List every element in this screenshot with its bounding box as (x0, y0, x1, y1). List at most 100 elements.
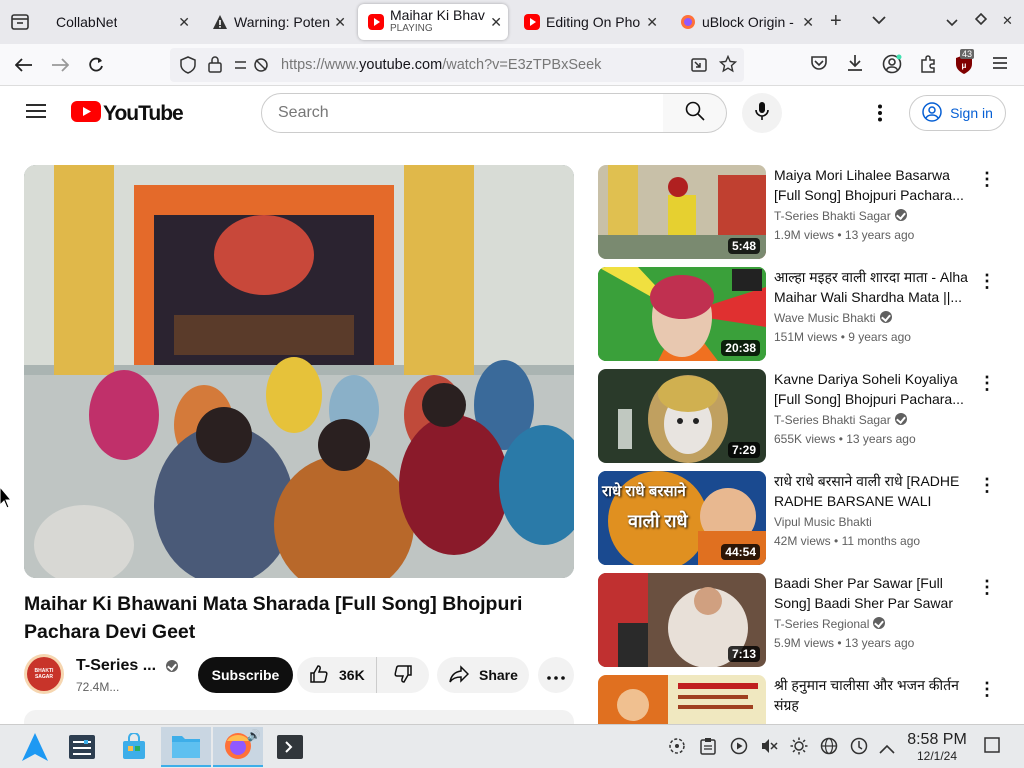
recommendation-title[interactable]: श्री हनुमान चालीसा और भजन कीर्तन संग्रह (774, 675, 974, 715)
recommendation-item[interactable]: 7:29 Kavne Dariya Soheli Koyaliya [Full … (598, 369, 1008, 463)
video-thumbnail[interactable] (598, 675, 766, 724)
list-all-tabs-icon[interactable] (872, 12, 886, 30)
recommendation-meta: 42M views • 11 months ago (774, 534, 921, 548)
recommendation-title[interactable]: Baadi Sher Par Sawar [Full Song] Baadi S… (774, 573, 974, 613)
recommendation-item[interactable]: 5:48 Maiya Mori Lihalee Basarwa [Full So… (598, 165, 1008, 259)
back-icon[interactable] (11, 52, 37, 78)
close-tab-icon[interactable]: ✕ (334, 14, 346, 31)
search-button[interactable] (663, 93, 727, 133)
item-menu-icon[interactable]: ⋮ (978, 577, 996, 598)
video-thumbnail[interactable]: 7:29 (598, 369, 766, 463)
item-menu-icon[interactable]: ⋮ (978, 169, 996, 190)
tab-warning[interactable]: Warning: Poten ✕ (202, 4, 352, 40)
window-maximize-icon[interactable] (974, 12, 988, 30)
clipboard-icon[interactable] (700, 737, 716, 759)
tab-label: CollabNet (56, 14, 118, 30)
permissions-icon[interactable] (234, 57, 270, 78)
terminal-icon[interactable] (265, 727, 315, 767)
verified-badge-icon (879, 311, 892, 323)
recommendation-item[interactable]: 7:13 Baadi Sher Par Sawar [Full Song] Ba… (598, 573, 1008, 667)
firefox-icon[interactable]: 🔊 (213, 727, 263, 767)
volume-muted-icon[interactable] (760, 737, 778, 759)
video-player[interactable] (24, 165, 574, 578)
bookmark-star-icon[interactable] (718, 54, 738, 78)
recommendation-channel[interactable]: T-Series Bhakti Sagar (774, 413, 907, 427)
downloads-icon[interactable] (846, 54, 864, 77)
item-menu-icon[interactable]: ⋮ (978, 475, 996, 496)
lock-icon[interactable] (208, 56, 222, 78)
recommendation-title[interactable]: Kavne Dariya Soheli Koyaliya [Full Song]… (774, 369, 974, 409)
activity-icon[interactable] (668, 737, 686, 759)
video-thumbnail[interactable]: 20:38 (598, 267, 766, 361)
recommendation-channel[interactable]: T-Series Bhakti Sagar (774, 209, 907, 223)
forward-icon[interactable] (47, 52, 73, 78)
subscribe-button[interactable]: Subscribe (198, 657, 293, 693)
tab-list-icon[interactable] (10, 12, 30, 32)
tab-ublock[interactable]: uBlock Origin - ✕ (670, 4, 820, 40)
network-icon[interactable] (820, 737, 838, 759)
recommendation-title[interactable]: आल्हा मइहर वाली शारदा माता - Alha Maihar… (774, 267, 974, 307)
channel-avatar[interactable]: BHAKTI SAGAR (24, 654, 64, 694)
recommendation-item[interactable]: श्री हनुमान चालीसा और भजन कीर्तन संग्रह … (598, 675, 1008, 724)
video-thumbnail[interactable]: 5:48 (598, 165, 766, 259)
show-desktop-icon[interactable] (984, 737, 1000, 757)
app-launcher-icon[interactable] (10, 727, 60, 767)
reload-icon[interactable] (83, 52, 109, 78)
recommendation-meta: 1.9M views • 13 years ago (774, 228, 915, 242)
close-tab-icon[interactable]: ✕ (490, 14, 502, 31)
tab-collabnet[interactable]: CollabNet ✕ (46, 4, 196, 40)
ublock-origin-icon[interactable]: μ 43 (954, 49, 975, 80)
app-menu-icon[interactable] (992, 56, 1008, 75)
video-thumbnail[interactable]: 7:13 (598, 573, 766, 667)
video-thumbnail[interactable]: राधे राधे बरसाने वाली राधे 44:54 (598, 471, 766, 565)
upload-age: 13 years ago (844, 228, 915, 242)
picture-in-picture-icon[interactable] (691, 57, 707, 78)
window-close-icon[interactable]: ✕ (1002, 13, 1013, 29)
guide-menu-icon[interactable] (26, 103, 46, 124)
voice-search-button[interactable] (742, 93, 782, 133)
close-tab-icon[interactable]: ✕ (178, 14, 190, 31)
media-player-icon[interactable] (730, 737, 748, 759)
recommendation-channel[interactable]: Wave Music Bhakti (774, 311, 892, 325)
sign-in-button[interactable]: Sign in (909, 95, 1006, 131)
close-tab-icon[interactable]: ✕ (802, 14, 814, 31)
item-menu-icon[interactable]: ⋮ (978, 271, 996, 292)
firefox-favicon-icon (680, 14, 696, 30)
share-button[interactable]: Share (437, 657, 529, 693)
clock[interactable]: 8:58 PM 12/1/24 (900, 731, 974, 763)
close-tab-icon[interactable]: ✕ (646, 14, 658, 31)
recommendation-title[interactable]: राधे राधे बरसाने वाली राधे [RADHE RADHE … (774, 471, 974, 511)
search-input[interactable]: Search (261, 93, 664, 133)
system-settings-icon[interactable] (57, 727, 107, 767)
new-tab-icon[interactable]: + (830, 10, 842, 33)
file-manager-icon[interactable] (161, 727, 211, 767)
window-minimize-icon[interactable] (946, 14, 958, 32)
recommendation-title[interactable]: Maiya Mori Lihalee Basarwa [Full Song] B… (774, 165, 974, 205)
updates-icon[interactable] (850, 737, 868, 759)
shield-icon[interactable] (180, 56, 196, 79)
recommendation-channel[interactable]: T-Series Regional (774, 617, 886, 631)
extensions-icon[interactable] (919, 55, 937, 78)
tab-editing[interactable]: Editing On Pho ✕ (514, 4, 664, 40)
tab-youtube-playing[interactable]: Maihar Ki Bhav PLAYING ✕ (358, 4, 508, 40)
discover-store-icon[interactable] (109, 727, 159, 767)
item-menu-icon[interactable]: ⋮ (978, 373, 996, 394)
url-bar[interactable]: https://www.youtube.com/watch?v=E3zTPBxS… (170, 48, 744, 82)
dislike-button[interactable] (377, 657, 429, 693)
settings-kebab-icon[interactable] (877, 104, 883, 127)
recommendation-item[interactable]: 20:38 आल्हा मइहर वाली शारदा माता - Alha … (598, 267, 1008, 361)
url-text[interactable]: https://www.youtube.com/watch?v=E3zTPBxS… (281, 57, 601, 73)
recommendation-channel[interactable]: Vipul Music Bhakti (774, 515, 872, 529)
item-menu-icon[interactable]: ⋮ (978, 679, 996, 700)
account-icon[interactable] (882, 54, 902, 79)
description-box[interactable] (24, 710, 574, 724)
channel-name-link[interactable]: T-Series ... (76, 657, 179, 675)
youtube-logo[interactable]: YouTube (71, 101, 184, 127)
recommendation-item[interactable]: राधे राधे बरसाने वाली राधे 44:54 राधे रा… (598, 471, 1008, 565)
svg-text:μ: μ (962, 61, 967, 70)
brightness-icon[interactable] (790, 737, 808, 759)
like-button[interactable]: 36K (297, 657, 377, 693)
pocket-icon[interactable] (810, 55, 828, 76)
more-actions-button[interactable] (538, 657, 574, 693)
show-hidden-tray-icon[interactable] (879, 741, 895, 758)
